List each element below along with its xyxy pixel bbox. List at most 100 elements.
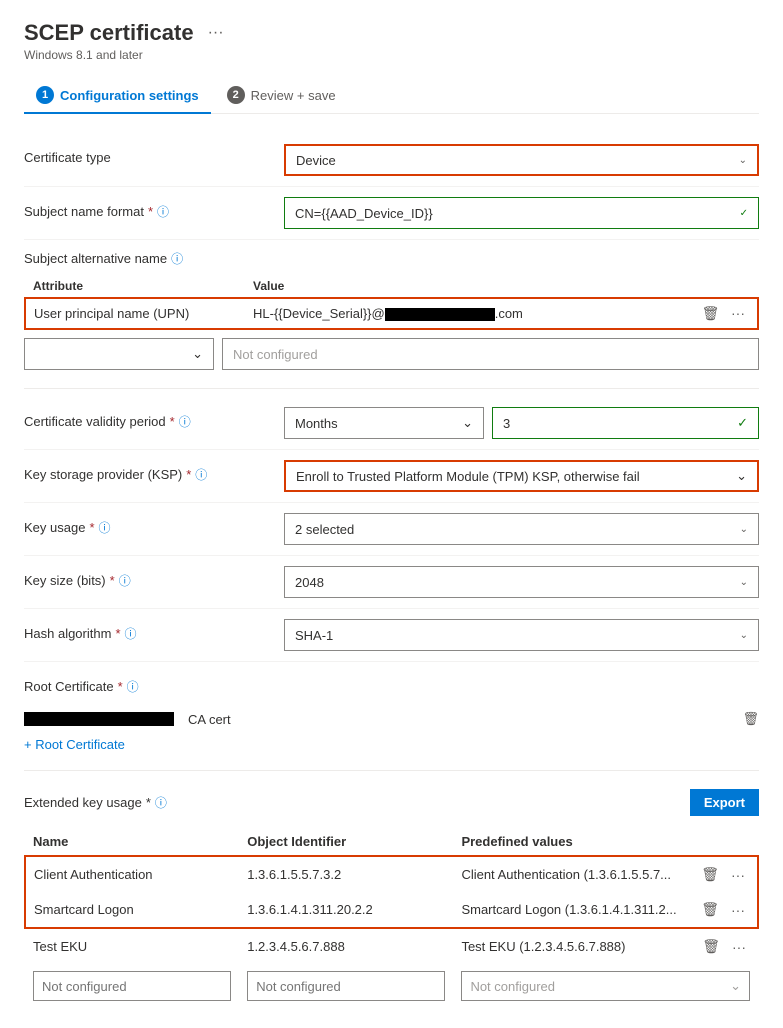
validity-number-input[interactable]: 3 ✓ xyxy=(492,407,759,439)
eku-test-actions: 🗑 ··· xyxy=(689,928,758,964)
ksp-value: Enroll to Trusted Platform Module (TPM) … xyxy=(296,469,640,484)
required-indicator: * xyxy=(89,520,94,535)
root-cert-suffix: CA cert xyxy=(188,712,231,727)
subject-name-format-control: CN={{AAD_Device_ID}} ✓ xyxy=(284,197,759,229)
validity-period-label: Certificate validity period * ⓘ xyxy=(24,407,284,430)
key-size-row: Key size (bits) * ⓘ 2048 ⌄ xyxy=(24,556,759,609)
validity-unit-dropdown[interactable]: Months ⌄ xyxy=(284,407,484,439)
tab-config-label: Configuration settings xyxy=(60,88,199,103)
eku-test-delete-icon[interactable]: 🗑 xyxy=(698,936,724,957)
ksp-dropdown[interactable]: Enroll to Trusted Platform Module (TPM) … xyxy=(284,460,759,492)
page-title: SCEP certificate xyxy=(24,20,194,46)
eku-add-oid-cell xyxy=(239,964,453,1008)
eku-test-action-group: 🗑 ··· xyxy=(697,936,750,957)
tabs-bar: 1 Configuration settings 2 Review + save xyxy=(24,78,759,114)
eku-col-oid: Object Identifier xyxy=(239,828,453,856)
required-indicator: * xyxy=(110,573,115,588)
page-subtitle: Windows 8.1 and later xyxy=(24,48,759,62)
hash-algorithm-control: SHA-1 ⌄ xyxy=(284,619,759,651)
chevron-down-icon: ✓ xyxy=(740,208,748,219)
eku-client-auth-ellipsis-icon[interactable]: ··· xyxy=(727,865,749,885)
eku-test-oid: 1.2.3.4.5.6.7.888 xyxy=(239,928,453,964)
tab-review-number: 2 xyxy=(227,86,245,104)
info-icon[interactable]: ⓘ xyxy=(157,203,169,220)
validity-checkmark-icon: ✓ xyxy=(737,415,748,431)
eku-info-icon[interactable]: ⓘ xyxy=(155,794,167,811)
add-root-cert-link[interactable]: + Root Certificate xyxy=(24,737,759,752)
required-indicator: * xyxy=(115,626,120,641)
chevron-down-icon: ⌄ xyxy=(192,346,203,362)
eku-add-predefined-dropdown[interactable]: Not configured ⌄ xyxy=(461,971,750,1001)
key-size-value: 2048 xyxy=(295,575,324,590)
certificate-type-dropdown[interactable]: Device ⌄ xyxy=(284,144,759,176)
eku-client-auth-delete-icon[interactable]: 🗑 xyxy=(697,864,723,885)
required-indicator: * xyxy=(146,795,151,810)
hash-algorithm-info-icon[interactable]: ⓘ xyxy=(125,625,137,642)
san-info-icon[interactable]: ⓘ xyxy=(171,250,183,267)
eku-header: Extended key usage * ⓘ Export xyxy=(24,779,759,822)
hash-algorithm-row: Hash algorithm * ⓘ SHA-1 ⌄ xyxy=(24,609,759,662)
required-indicator: * xyxy=(170,414,175,429)
san-row-upn: User principal name (UPN) HL-{{Device_Se… xyxy=(25,298,758,329)
tab-review[interactable]: 2 Review + save xyxy=(215,78,348,114)
tab-review-label: Review + save xyxy=(251,88,336,103)
eku-table: Name Object Identifier Predefined values… xyxy=(24,828,759,1008)
chevron-down-icon: ⌄ xyxy=(736,468,747,484)
san-ellipsis-icon[interactable]: ··· xyxy=(727,303,749,323)
key-size-dropdown[interactable]: 2048 ⌄ xyxy=(284,566,759,598)
eku-smartcard-ellipsis-icon[interactable]: ··· xyxy=(727,900,749,920)
subject-name-format-row: Subject name format * ⓘ CN={{AAD_Device_… xyxy=(24,187,759,240)
eku-section: Extended key usage * ⓘ Export Name Objec… xyxy=(24,779,759,1008)
certificate-type-label: Certificate type xyxy=(24,144,284,165)
eku-add-oid-input[interactable] xyxy=(247,971,445,1001)
subject-alternative-name-section: Subject alternative name ⓘ Attribute Val… xyxy=(24,240,759,380)
export-button[interactable]: Export xyxy=(690,789,759,816)
key-size-label: Key size (bits) * ⓘ xyxy=(24,566,284,589)
eku-smartcard-predefined: Smartcard Logon (1.3.6.1.4.1.311.2... xyxy=(453,892,689,928)
root-cert-info-icon[interactable]: ⓘ xyxy=(127,678,139,695)
root-certificate-section: Root Certificate * ⓘ CA cert 🗑 + Root Ce… xyxy=(24,662,759,762)
eku-row-test-eku: Test EKU 1.2.3.4.5.6.7.888 Test EKU (1.2… xyxy=(25,928,758,964)
page-options-button[interactable]: ··· xyxy=(202,22,230,44)
certificate-type-row: Certificate type Device ⌄ xyxy=(24,134,759,187)
eku-row-smartcard: Smartcard Logon 1.3.6.1.4.1.311.20.2.2 S… xyxy=(25,892,758,928)
validity-period-row: Certificate validity period * ⓘ Months ⌄… xyxy=(24,397,759,450)
required-indicator: * xyxy=(186,467,191,482)
eku-add-predefined-placeholder: Not configured xyxy=(470,979,555,994)
eku-col-predefined: Predefined values xyxy=(453,828,689,856)
subject-name-format-value: CN={{AAD_Device_ID}} xyxy=(295,206,433,221)
san-value-prefix: HL-{{Device_Serial}}@ xyxy=(253,306,385,321)
key-size-info-icon[interactable]: ⓘ xyxy=(119,572,131,589)
subject-name-format-label: Subject name format * ⓘ xyxy=(24,197,284,220)
validity-info-icon[interactable]: ⓘ xyxy=(179,413,191,430)
san-value-suffix: .com xyxy=(495,306,523,321)
eku-test-ellipsis-icon[interactable]: ··· xyxy=(728,937,750,957)
san-add-row: ⌄ Not configured xyxy=(24,338,759,370)
tab-configuration[interactable]: 1 Configuration settings xyxy=(24,78,211,114)
root-certificate-label: Root Certificate * ⓘ xyxy=(24,672,759,695)
san-add-value-input[interactable]: Not configured xyxy=(222,338,759,370)
key-size-control: 2048 ⌄ xyxy=(284,566,759,598)
chevron-down-icon: ⌄ xyxy=(462,415,473,431)
key-usage-info-icon[interactable]: ⓘ xyxy=(99,519,111,536)
validity-row-inner: Months ⌄ 3 ✓ xyxy=(284,407,759,439)
san-label: Subject alternative name ⓘ xyxy=(24,250,284,267)
subject-name-format-dropdown[interactable]: CN={{AAD_Device_ID}} ✓ xyxy=(284,197,759,229)
san-delete-icon[interactable]: 🗑 xyxy=(698,303,724,323)
san-add-attribute-dropdown[interactable]: ⌄ xyxy=(24,338,214,370)
hash-algorithm-dropdown[interactable]: SHA-1 ⌄ xyxy=(284,619,759,651)
key-usage-control: 2 selected ⌄ xyxy=(284,513,759,545)
eku-add-name-input[interactable] xyxy=(33,971,231,1001)
ksp-info-icon[interactable]: ⓘ xyxy=(195,466,207,483)
eku-add-name-cell xyxy=(25,964,239,1008)
hash-algorithm-value: SHA-1 xyxy=(295,628,333,643)
eku-smartcard-delete-icon[interactable]: 🗑 xyxy=(697,899,723,920)
san-attribute-value: User principal name (UPN) xyxy=(34,306,189,321)
chevron-down-icon: ⌄ xyxy=(730,978,741,994)
validity-unit-value: Months xyxy=(295,416,338,431)
key-usage-value: 2 selected xyxy=(295,522,354,537)
root-cert-delete-icon[interactable]: 🗑 xyxy=(742,711,759,727)
key-usage-dropdown[interactable]: 2 selected ⌄ xyxy=(284,513,759,545)
san-attr-header: Attribute xyxy=(25,275,245,298)
ksp-label: Key storage provider (KSP) * ⓘ xyxy=(24,460,284,483)
